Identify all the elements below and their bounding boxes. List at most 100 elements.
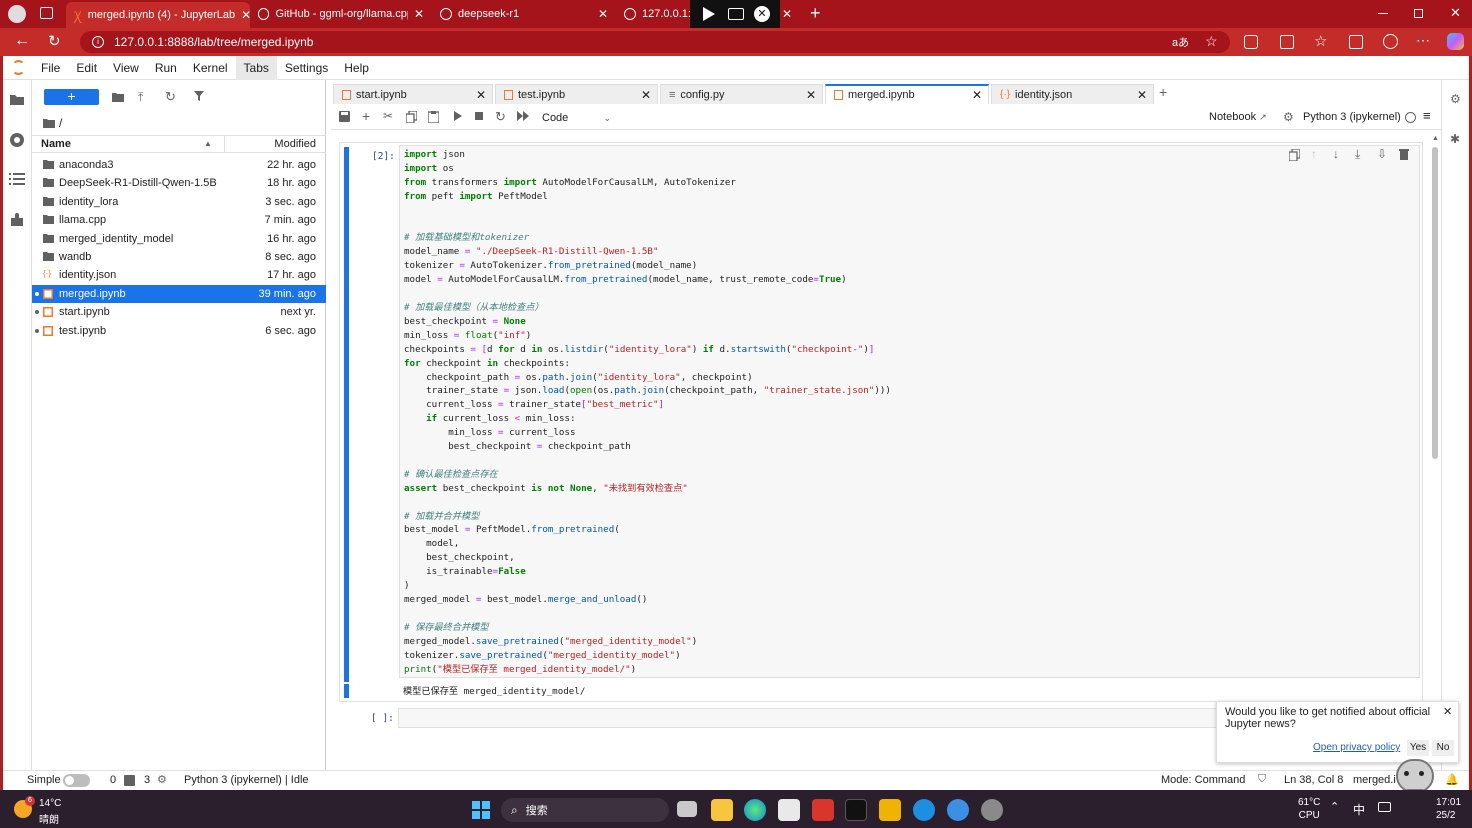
run-icon[interactable] (453, 111, 465, 123)
new-tab-icon[interactable]: + (810, 3, 821, 24)
home-folder-icon[interactable] (43, 118, 55, 128)
collections-icon[interactable] (1349, 35, 1363, 49)
cursor-position[interactable]: Ln 38, Col 8 (1284, 774, 1343, 786)
simple-mode-toggle[interactable] (63, 774, 90, 787)
ollama-icon[interactable] (947, 799, 969, 821)
menu-tabs[interactable]: Tabs (235, 55, 277, 80)
privacy-policy-link[interactable]: Open privacy policy (1313, 742, 1400, 753)
column-modified[interactable]: Modified (274, 138, 316, 150)
start-button[interactable] (472, 801, 490, 819)
file-explorer-icon[interactable] (711, 799, 733, 821)
close-tab-icon[interactable]: ✕ (806, 88, 816, 102)
cell-type-select[interactable]: Code ⌄ (539, 110, 611, 126)
kernel-name[interactable]: Python 3 (ipykernel) (1303, 111, 1401, 123)
code-editor[interactable]: import json import os from transformers im… (399, 145, 1420, 678)
folder-icon[interactable] (9, 92, 27, 110)
scrollbar[interactable]: ▲ (1432, 135, 1439, 715)
close-tab-icon[interactable]: ✕ (641, 88, 651, 102)
insert-above-icon[interactable]: ⤓ (1355, 147, 1360, 162)
close-tab-icon[interactable]: ✕ (241, 8, 250, 22)
ime-indicator[interactable]: 中 (1353, 801, 1365, 818)
browser-tab-deepseek[interactable]: deepseek-r1 ✕ (432, 0, 616, 28)
debugger-rail-icon[interactable]: ✱ (1450, 132, 1460, 146)
menu-settings[interactable]: Settings (277, 56, 336, 80)
browser-tab-jupyterlab[interactable]: Ꭓ merged.ipynb (4) - JupyterLab ✕ (66, 2, 250, 28)
add-tab-icon[interactable]: + (1159, 84, 1167, 100)
menu-file[interactable]: File (33, 56, 68, 80)
file-row[interactable]: merged.ipynb 39 min. ago (32, 284, 326, 303)
file-row[interactable]: anaconda3 22 hr. ago (32, 156, 326, 174)
add-cell-icon[interactable]: + (362, 108, 374, 124)
file-row[interactable]: wandb 8 sec. ago (32, 248, 326, 266)
menu-view[interactable]: View (105, 56, 147, 80)
no-button[interactable]: No (1432, 740, 1454, 756)
close-tab-icon[interactable]: ✕ (782, 7, 792, 21)
close-tab-icon[interactable]: ✕ (476, 88, 486, 102)
close-window-icon[interactable]: ✕ (1450, 5, 1461, 21)
running-icon[interactable] (9, 132, 27, 150)
tab-actions-icon[interactable] (40, 7, 53, 19)
close-notification-icon[interactable]: ✕ (1443, 705, 1452, 718)
doc-tab-merged[interactable]: merged.ipynb ✕ (825, 84, 989, 104)
weather-widget[interactable]: 6 14°C 晴朗 (14, 796, 94, 826)
favorites-icon[interactable]: ☆ (1314, 32, 1327, 50)
browser-tab-github[interactable]: GitHub - ggml-org/llama.cpp: LLM ✕ (250, 0, 432, 28)
filter-icon[interactable] (194, 91, 204, 101)
url-field[interactable]: i 127.0.0.1:8888/lab/tree/merged.ipynb a… (80, 31, 1230, 53)
property-inspector-icon[interactable]: ⚙ (1450, 92, 1461, 106)
profile-avatar[interactable] (8, 5, 26, 23)
kernel-status[interactable]: Python 3 (ipykernel) | Idle (184, 774, 309, 786)
store-icon[interactable] (778, 799, 800, 821)
close-media-icon[interactable]: ✕ (754, 6, 770, 22)
menu-edit[interactable]: Edit (68, 56, 105, 80)
new-launcher-button[interactable]: + (44, 89, 99, 105)
edge-icon[interactable] (744, 799, 766, 821)
file-row[interactable]: identity_lora 3 sec. ago (32, 193, 326, 211)
task-view-icon[interactable] (677, 801, 697, 817)
wps-icon[interactable] (812, 799, 834, 821)
extension-icon[interactable] (9, 212, 27, 230)
column-name[interactable]: Name (41, 138, 71, 150)
doc-tab-test[interactable]: test.ipynb ✕ (495, 84, 658, 104)
toc-icon[interactable] (9, 172, 27, 190)
split-screen-icon[interactable] (1280, 35, 1294, 49)
upload-icon[interactable]: ⤒ (138, 90, 143, 105)
tray-chevron-icon[interactable]: ⌃ (1330, 800, 1339, 813)
file-row[interactable]: merged_identity_model 16 hr. ago (32, 230, 326, 248)
terminal-app-icon[interactable] (845, 799, 867, 821)
run-all-icon[interactable] (517, 111, 529, 123)
menu-kernel[interactable]: Kernel (185, 56, 236, 80)
save-icon[interactable] (339, 111, 351, 123)
notification-bell-icon[interactable]: 🔔 (1445, 773, 1459, 786)
cpu-temp-widget[interactable]: 61°C CPU (1298, 796, 1320, 822)
read-aloud-icon[interactable]: aあ (1172, 34, 1189, 50)
doc-tab-config[interactable]: ≡ config.py ✕ (660, 84, 823, 104)
doc-tab-start[interactable]: start.ipynb ✕ (333, 84, 493, 104)
settings-app-icon[interactable] (981, 799, 1003, 821)
close-tab-icon[interactable]: ✕ (1137, 88, 1147, 102)
clock[interactable]: 17:01 25/2 (1436, 796, 1461, 822)
delete-cell-icon[interactable] (1399, 149, 1409, 160)
terminals-count[interactable]: 0 (110, 774, 116, 786)
info-icon[interactable]: i (92, 36, 104, 48)
maximize-icon[interactable] (1414, 9, 1423, 18)
refresh-icon[interactable]: ↻ (48, 32, 61, 50)
cut-icon[interactable]: ✂ (383, 109, 395, 123)
refresh-files-icon[interactable]: ↻ (165, 89, 176, 105)
duplicate-cell-icon[interactable] (1289, 149, 1300, 161)
paste-icon[interactable] (428, 111, 440, 123)
new-folder-icon[interactable] (112, 92, 124, 102)
close-tab-icon[interactable]: ✕ (414, 7, 424, 21)
notes-app-icon[interactable] (879, 799, 901, 821)
file-row[interactable]: test.ipynb 6 sec. ago (32, 322, 326, 340)
insert-below-icon[interactable]: ⇩ (1377, 147, 1387, 161)
close-tab-icon[interactable]: ✕ (972, 88, 982, 102)
stop-icon[interactable] (474, 111, 486, 123)
browser-essentials-icon[interactable] (1383, 34, 1398, 49)
copy-icon[interactable] (406, 111, 418, 123)
file-row[interactable]: start.ipynb next yr. (32, 303, 326, 321)
minimize-icon[interactable] (1378, 13, 1388, 14)
menu-run[interactable]: Run (147, 56, 185, 80)
more-options-icon[interactable]: ⋯ (1416, 32, 1430, 49)
doc-tab-identity-json[interactable]: {·} identity.json ✕ (991, 84, 1154, 104)
